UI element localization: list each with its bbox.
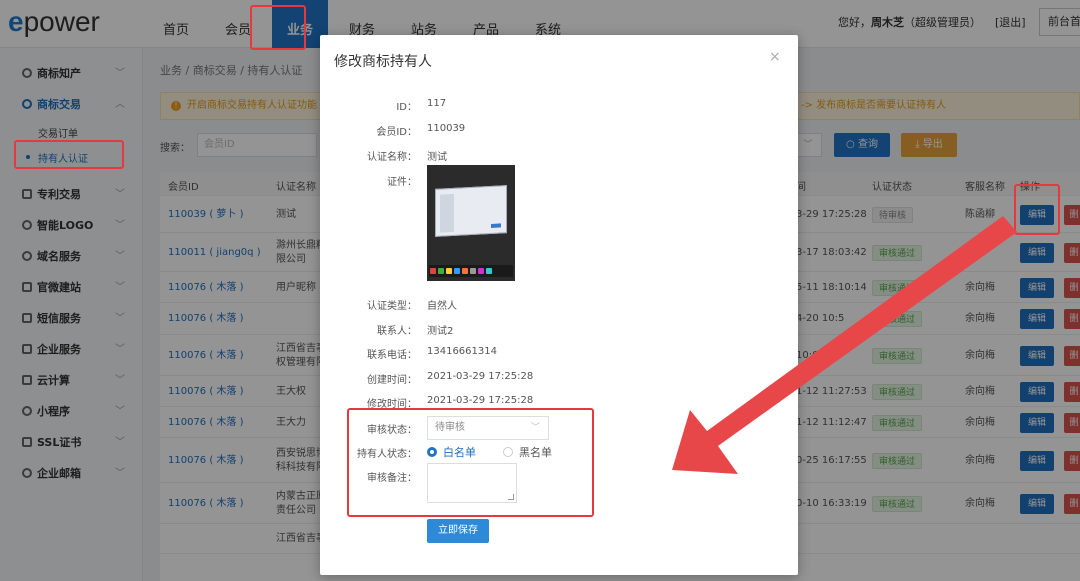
arrow-shape xyxy=(672,216,1017,474)
arrow-annotation xyxy=(672,216,1017,474)
